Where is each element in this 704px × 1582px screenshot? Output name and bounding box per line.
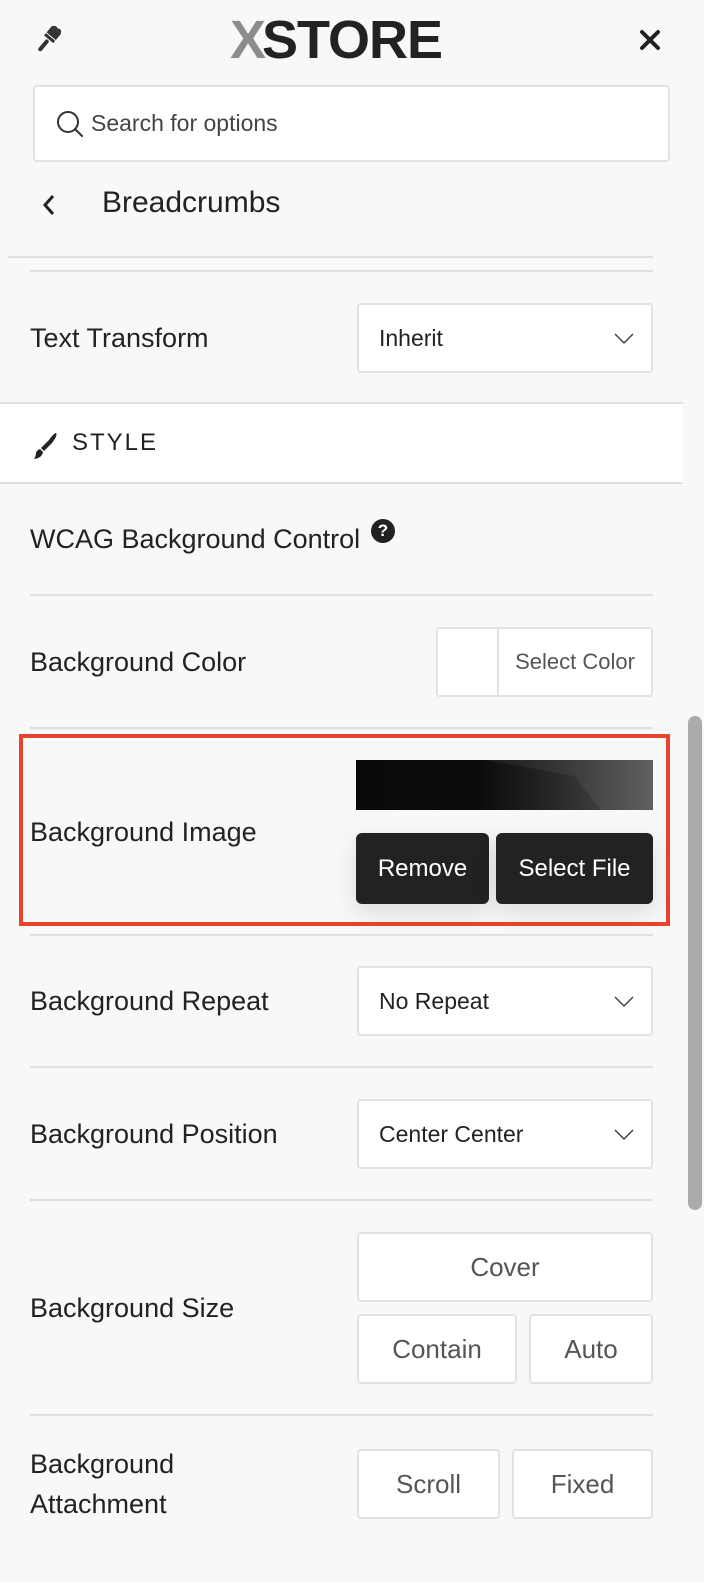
search-box bbox=[33, 85, 670, 162]
divider bbox=[30, 1199, 653, 1201]
background-position-select[interactable]: Center Center bbox=[357, 1099, 653, 1169]
background-position-value: Center Center bbox=[379, 1120, 524, 1147]
logo-prefix: X bbox=[230, 10, 266, 70]
divider bbox=[30, 1414, 653, 1416]
help-icon[interactable]: ? bbox=[371, 519, 395, 543]
attachment-option-scroll[interactable]: Scroll bbox=[357, 1449, 500, 1519]
close-icon bbox=[640, 30, 660, 50]
size-option-contain[interactable]: Contain bbox=[357, 1314, 517, 1384]
background-repeat-label: Background Repeat bbox=[30, 986, 269, 1016]
style-section-header: STYLE bbox=[0, 402, 683, 484]
scrollbar-thumb[interactable] bbox=[688, 716, 702, 1210]
chevron-down-icon bbox=[614, 1129, 634, 1141]
background-position-label: Background Position bbox=[30, 1119, 278, 1149]
background-repeat-value: No Repeat bbox=[379, 987, 489, 1014]
divider bbox=[30, 594, 653, 596]
breadcrumb: Breadcrumbs bbox=[0, 170, 704, 240]
header-divider bbox=[8, 256, 653, 258]
background-attachment-label-line2: Attachment bbox=[30, 1489, 167, 1519]
remove-image-button[interactable]: Remove bbox=[356, 833, 489, 904]
chevron-down-icon bbox=[614, 996, 634, 1008]
search-input[interactable] bbox=[91, 110, 631, 137]
background-size-label: Background Size bbox=[30, 1293, 235, 1323]
text-transform-select[interactable]: Inherit bbox=[357, 303, 653, 373]
style-section-title: STYLE bbox=[72, 429, 159, 456]
attachment-option-fixed[interactable]: Fixed bbox=[512, 1449, 653, 1519]
back-button[interactable] bbox=[34, 188, 64, 222]
background-color-label: Background Color bbox=[30, 647, 247, 677]
background-repeat-select[interactable]: No Repeat bbox=[357, 966, 653, 1036]
background-attachment-label-line1: Background bbox=[30, 1449, 175, 1479]
background-color-picker[interactable]: Select Color bbox=[436, 627, 653, 697]
search-icon bbox=[57, 110, 83, 137]
divider bbox=[30, 270, 653, 272]
close-button[interactable] bbox=[632, 22, 668, 58]
paint-brush-icon bbox=[34, 433, 57, 459]
divider bbox=[30, 934, 653, 936]
text-transform-value: Inherit bbox=[379, 324, 443, 351]
size-option-cover[interactable]: Cover bbox=[357, 1232, 653, 1302]
chevron-down-icon bbox=[614, 333, 634, 345]
select-file-button[interactable]: Select File bbox=[496, 833, 653, 904]
background-image-label: Background Image bbox=[30, 817, 257, 847]
size-option-auto[interactable]: Auto bbox=[529, 1314, 653, 1384]
divider bbox=[30, 727, 653, 729]
section-title: Breadcrumbs bbox=[102, 186, 281, 219]
text-transform-label: Text Transform bbox=[30, 323, 209, 353]
select-color-label: Select Color bbox=[515, 649, 635, 674]
wcag-background-control-label: WCAG Background Control bbox=[30, 524, 361, 554]
customizer-brush-button[interactable] bbox=[30, 22, 66, 58]
background-image-preview bbox=[356, 760, 653, 810]
color-swatch[interactable] bbox=[438, 629, 499, 695]
logo-text: STORE bbox=[262, 10, 443, 70]
xstore-logo: X STORE bbox=[230, 10, 443, 70]
header: X STORE bbox=[0, 0, 704, 80]
chevron-left-icon bbox=[42, 195, 55, 215]
paint-brush-icon bbox=[38, 25, 62, 52]
divider bbox=[30, 1066, 653, 1068]
